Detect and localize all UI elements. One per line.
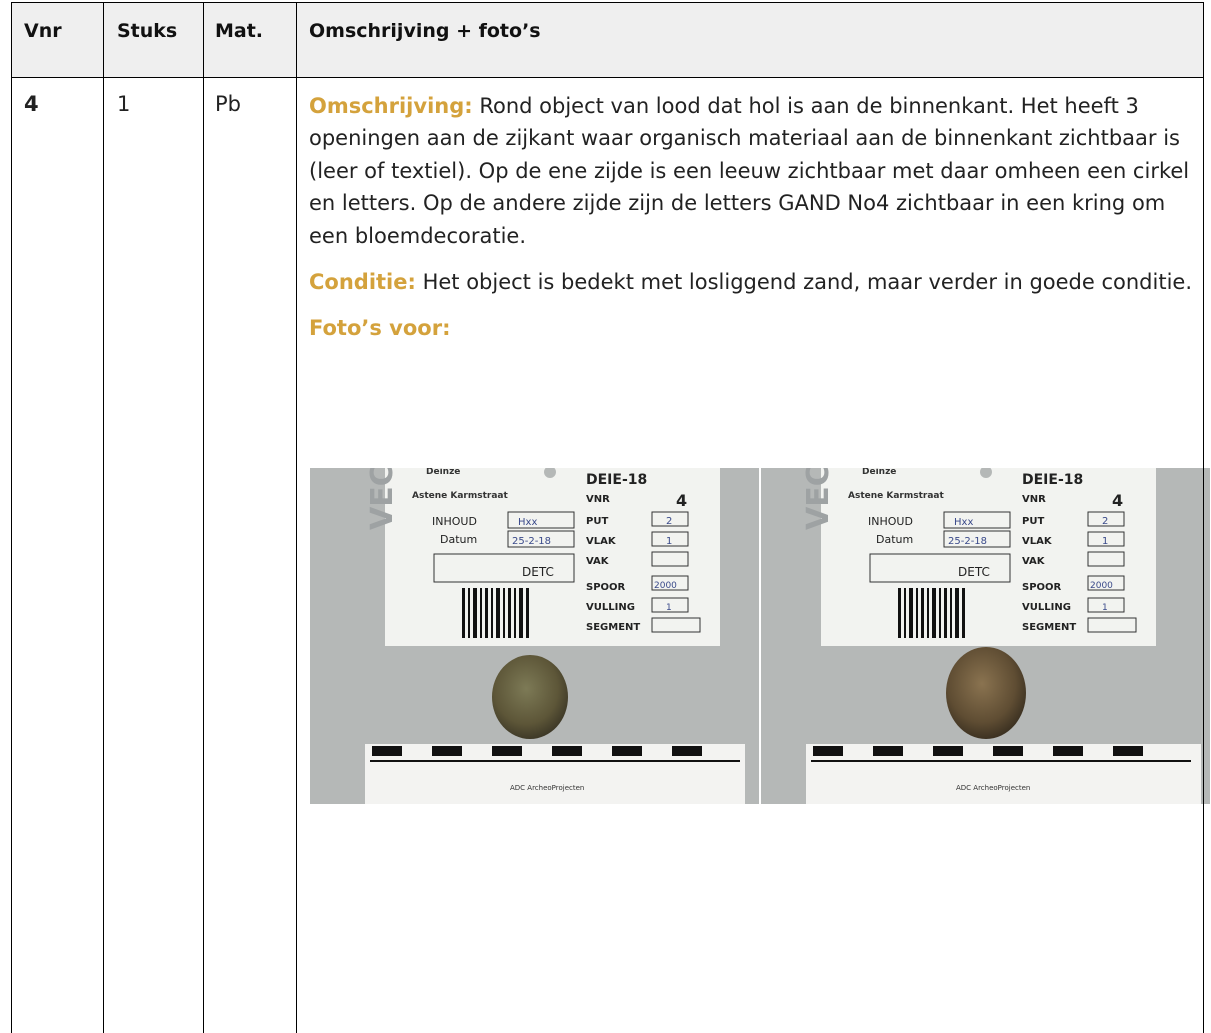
card-vulling-value: 1 [666, 603, 672, 613]
fotos-label: Foto’s voor: [309, 316, 451, 341]
card-put-label: PUT [1022, 516, 1044, 527]
finds-table: Vnr Stuks Mat. Omschrijving + foto’s 4 1… [11, 2, 1210, 1033]
card-spoor-value: 2000 [654, 581, 677, 591]
card-vak-label: VAK [586, 556, 610, 567]
column-divider-1 [103, 2, 104, 1033]
conditie-label: Conditie: [309, 270, 416, 295]
header-vnr: Vnr [24, 20, 62, 42]
card-vnr-value: 4 [676, 491, 687, 510]
card-inhoud-label: INHOUD [868, 515, 913, 528]
lead-object-back [946, 647, 1026, 739]
card-inhoud-value: Hxx [518, 517, 537, 528]
card-inhoud-value: Hxx [954, 517, 973, 528]
card-code: DEIE-18 [586, 472, 647, 488]
card-vulling-value: 1 [1102, 603, 1108, 613]
card-vlak-label: VLAK [586, 536, 617, 547]
card-datum-label: Datum [440, 533, 477, 546]
description-paragraph: Omschrijving: Rond object van lood dat h… [309, 90, 1194, 252]
card-spoor-label: SPOOR [1022, 582, 1062, 593]
card-logo: VEC [365, 468, 400, 530]
card-vlak-label: VLAK [1022, 536, 1053, 547]
card-vnr-label: VNR [586, 494, 610, 505]
card-vulling-label: VULLING [1022, 602, 1071, 613]
conditie-text: Het object is bedekt met losliggend zand… [415, 270, 1193, 295]
card-vlak-value: 1 [1102, 536, 1108, 547]
card-street: Astene Karmstraat [412, 491, 508, 501]
card-put-label: PUT [586, 516, 608, 527]
card-note: DETC [958, 565, 990, 579]
card-code: DEIE-18 [1022, 472, 1083, 488]
scale-text: ADC ArcheoProjecten [956, 784, 1030, 792]
lead-object-front [492, 655, 568, 739]
column-divider-4 [1203, 2, 1204, 1033]
card-inhoud-label: INHOUD [432, 515, 477, 528]
omschrijving-label: Omschrijving: [309, 94, 473, 118]
scale-text: ADC ArcheoProjecten [510, 784, 584, 792]
card-segment-label: SEGMENT [1022, 622, 1076, 633]
condition-paragraph: Conditie: Het object is bedekt met losli… [309, 266, 1194, 298]
card-segment-label: SEGMENT [586, 622, 640, 633]
header-stuks: Stuks [117, 20, 178, 42]
table-header-divider [11, 77, 1204, 78]
card-spoor-label: SPOOR [586, 582, 626, 593]
card-put-value: 2 [1102, 516, 1108, 527]
photos-heading: Foto’s voor: [309, 312, 1194, 344]
card-datum-value: 25-2-18 [512, 536, 551, 547]
photo-front-2: VEC Deinze Astene Karmstraat DEIE-18 VNR… [761, 468, 1210, 804]
card-logo: VEC [801, 468, 836, 530]
card-datum-value: 25-2-18 [948, 536, 987, 547]
column-divider-2 [203, 2, 204, 1033]
card-vak-label: VAK [1022, 556, 1046, 567]
card-vlak-value: 1 [666, 536, 672, 547]
card-vulling-label: VULLING [586, 602, 635, 613]
cell-mat: Pb [215, 92, 241, 116]
photo-front-1: VEC Deinze Astene Karmstraat DEIE-18 VNR… [310, 468, 759, 804]
card-spoor-value: 2000 [1090, 581, 1113, 591]
description-cell: Omschrijving: Rond object van lood dat h… [309, 90, 1194, 359]
card-street: Astene Karmstraat [848, 491, 944, 501]
card-datum-label: Datum [876, 533, 913, 546]
card-note: DETC [522, 565, 554, 579]
table-border-top [11, 2, 1204, 3]
card-place: Deinze [426, 468, 460, 477]
photo-front-1-image: VEC Deinze Astene Karmstraat DEIE-18 VNR… [310, 468, 759, 804]
column-divider-0 [11, 2, 12, 1033]
photo-front-2-image: VEC Deinze Astene Karmstraat DEIE-18 VNR… [761, 468, 1210, 804]
card-vnr-value: 4 [1112, 491, 1123, 510]
table-header-row [11, 2, 1204, 77]
column-divider-3 [296, 2, 297, 1033]
cell-stuks: 1 [117, 92, 131, 116]
cell-vnr: 4 [24, 92, 39, 116]
header-mat: Mat. [215, 20, 264, 42]
card-place: Deinze [862, 468, 896, 477]
card-vnr-label: VNR [1022, 494, 1046, 505]
header-omschrijving: Omschrijving + foto’s [309, 20, 541, 42]
card-put-value: 2 [666, 516, 672, 527]
